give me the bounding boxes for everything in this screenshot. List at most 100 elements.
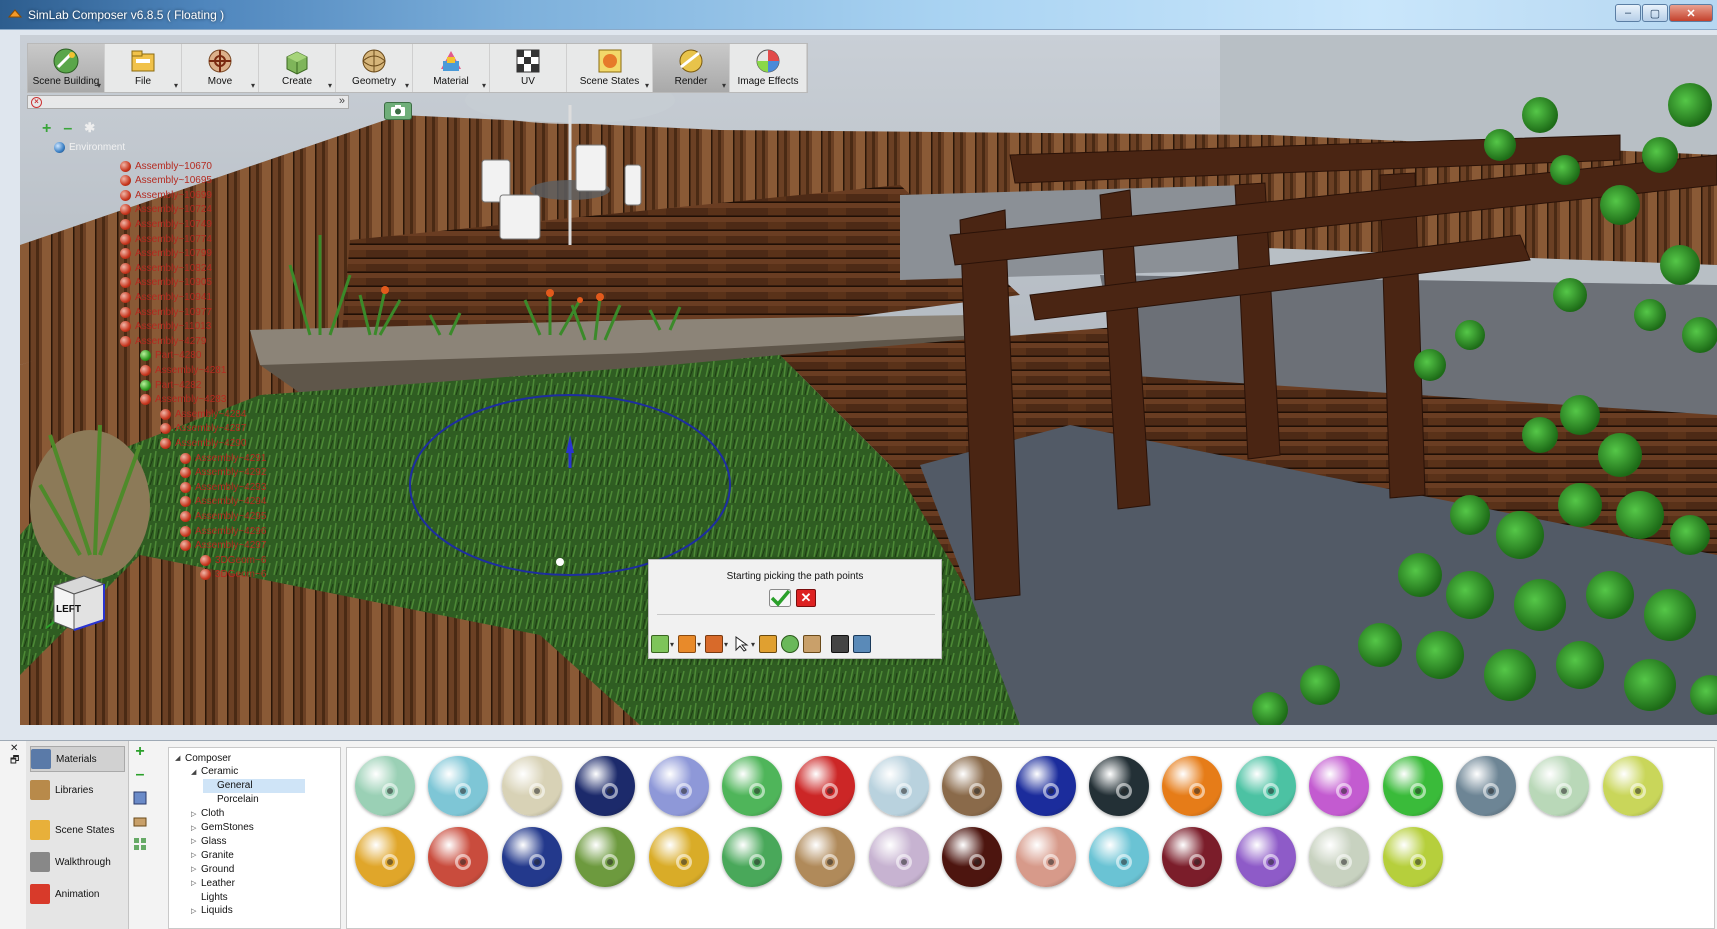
fit-all-icon[interactable] (759, 635, 778, 653)
material-swatch[interactable] (942, 827, 1003, 887)
library-node[interactable]: ◢ Composer (175, 751, 231, 765)
float-panel-button[interactable]: 🗗 (10, 755, 19, 767)
tree-node[interactable]: Assembly~4291 (180, 451, 266, 465)
sidebar-item-animation[interactable]: Animation (30, 881, 125, 907)
material-swatch[interactable] (722, 756, 782, 816)
chevron-down-icon[interactable]: ▾ (751, 640, 755, 649)
material-swatch[interactable] (1089, 756, 1149, 816)
material-swatch[interactable] (868, 827, 929, 887)
material-swatch[interactable] (501, 827, 562, 887)
tree-node[interactable]: Assembly~4296 (180, 524, 266, 538)
ribbon-material-button[interactable]: Material ▾ (413, 44, 490, 92)
ribbon-geometry-button[interactable]: Geometry ▾ (336, 44, 413, 92)
tree-node[interactable]: Assembly~4293 (180, 480, 266, 494)
material-swatch[interactable] (868, 756, 929, 816)
import-material-button[interactable] (133, 791, 147, 805)
title-bar[interactable]: SimLab Composer v6.8.5 ( Floating ) – ▢ … (0, 0, 1717, 30)
tree-node[interactable]: 3DGeom~6 (200, 553, 266, 567)
material-swatch[interactable] (1235, 756, 1296, 816)
library-node[interactable]: ▷ Leather (191, 876, 235, 890)
expand-toggle-icon[interactable]: ▷ (191, 851, 201, 859)
material-swatch[interactable] (1309, 756, 1370, 816)
remove-node-button[interactable]: – (63, 120, 72, 138)
tree-node[interactable]: Assembly~4297 (180, 539, 266, 553)
tree-node[interactable]: Assembly~4294 (180, 495, 266, 509)
material-swatch[interactable] (1235, 827, 1296, 887)
tree-node[interactable]: Assembly~10941 (120, 290, 212, 304)
expand-toggle-icon[interactable]: ▷ (191, 810, 201, 818)
tree-node-environment[interactable]: Environment (54, 140, 125, 154)
tree-node[interactable]: Assembly~4281 (140, 363, 226, 377)
cube-view-icon[interactable] (651, 635, 669, 653)
library-node[interactable]: ▷ Ground (191, 862, 234, 876)
tree-node[interactable]: Assembly~4279 (120, 334, 206, 348)
ribbon-create-button[interactable]: Create ▾ (259, 44, 336, 92)
floor-icon[interactable] (803, 635, 822, 653)
box-icon[interactable] (705, 635, 724, 653)
view-cube[interactable]: LEFT (46, 568, 112, 634)
clear-filter-icon[interactable]: × (31, 97, 42, 108)
material-swatch[interactable] (355, 756, 415, 816)
tree-node[interactable]: Assembly~10749 (120, 217, 212, 231)
sidebar-item-scene-states[interactable]: Scene States (30, 817, 125, 843)
material-library-tree[interactable]: ◢ Composer ◢ Ceramic General Porcelain ▷ Cloth ▷… (168, 747, 341, 929)
tree-node[interactable]: Assembly~10695 (120, 174, 212, 188)
x-icon[interactable]: ✕ (796, 589, 816, 607)
material-swatch[interactable] (722, 827, 782, 887)
tree-node[interactable]: Assembly~11013 (120, 320, 211, 334)
tree-node[interactable]: Assembly~10824 (120, 261, 212, 275)
material-swatch[interactable] (428, 756, 489, 816)
expand-toggle-icon[interactable]: ▷ (191, 837, 201, 845)
add-material-button[interactable]: + (133, 744, 147, 760)
tree-node[interactable]: Assembly~10977 (120, 305, 212, 319)
close-panel-button[interactable]: ✕ (10, 743, 19, 755)
ribbon-image-effects-button[interactable]: Image Effects (730, 44, 807, 92)
ribbon-move-button[interactable]: Move ▾ (182, 44, 259, 92)
zoom-icon[interactable] (781, 635, 800, 653)
tree-node[interactable]: Assembly~10774 (120, 232, 212, 246)
remove-material-button[interactable]: – (133, 767, 147, 783)
sidebar-item-libraries[interactable]: Libraries (30, 777, 125, 803)
material-swatch[interactable] (1015, 827, 1076, 887)
library-node[interactable]: ▷ GemStones (191, 821, 254, 835)
tree-node[interactable]: Assembly~10799 (120, 247, 212, 261)
chevron-down-icon[interactable]: ▾ (724, 640, 728, 649)
tree-node[interactable]: Assembly~10670 (120, 159, 212, 173)
library-node[interactable]: ▷ Liquids (191, 904, 233, 918)
material-swatch[interactable] (1529, 756, 1590, 816)
plane-icon[interactable] (678, 635, 697, 653)
library-node[interactable]: Lights (191, 890, 228, 904)
cursor-icon[interactable] (732, 635, 750, 653)
expand-toggle-icon[interactable]: ▷ (191, 865, 201, 873)
material-swatch[interactable] (942, 756, 1003, 816)
tree-node[interactable]: Assembly~4284 (160, 407, 246, 421)
add-node-button[interactable]: + (42, 120, 51, 138)
tree-node[interactable]: Assembly~4287 (160, 422, 246, 436)
ribbon-file-button[interactable]: File ▾ (105, 44, 182, 92)
sidebar-item-walkthrough[interactable]: Walkthrough (30, 849, 125, 875)
material-swatch[interactable] (648, 756, 709, 816)
tree-node[interactable]: Assembly~4292 (180, 466, 266, 480)
tree-node[interactable]: Part~4282 (140, 378, 201, 392)
material-swatch[interactable] (1602, 756, 1663, 816)
material-swatch[interactable] (1382, 827, 1443, 887)
tree-node[interactable]: Assembly~10724 (120, 203, 212, 217)
material-swatch[interactable] (1309, 827, 1370, 887)
material-swatch[interactable] (575, 827, 636, 887)
tree-node[interactable]: Assembly~10905 (120, 276, 212, 290)
chevron-down-icon[interactable]: ▾ (697, 640, 701, 649)
close-button[interactable]: ✕ (1669, 4, 1713, 22)
material-swatch[interactable] (795, 756, 856, 816)
screenshot-icon[interactable] (853, 635, 872, 653)
tree-node[interactable]: Assembly~10699 (120, 188, 212, 202)
minimize-button[interactable]: – (1615, 4, 1641, 22)
tree-node[interactable]: Assembly~4283 (140, 393, 226, 407)
material-swatch[interactable] (648, 827, 709, 887)
tree-node[interactable]: Assembly~4290 (160, 436, 246, 450)
double-chevron-right-icon[interactable]: » (339, 95, 345, 107)
material-swatch[interactable] (1382, 756, 1443, 816)
material-swatch[interactable] (355, 827, 415, 887)
gear-icon[interactable]: ✱ (84, 120, 95, 138)
expand-toggle-icon[interactable]: ▷ (191, 907, 201, 915)
material-swatch[interactable] (575, 756, 636, 816)
